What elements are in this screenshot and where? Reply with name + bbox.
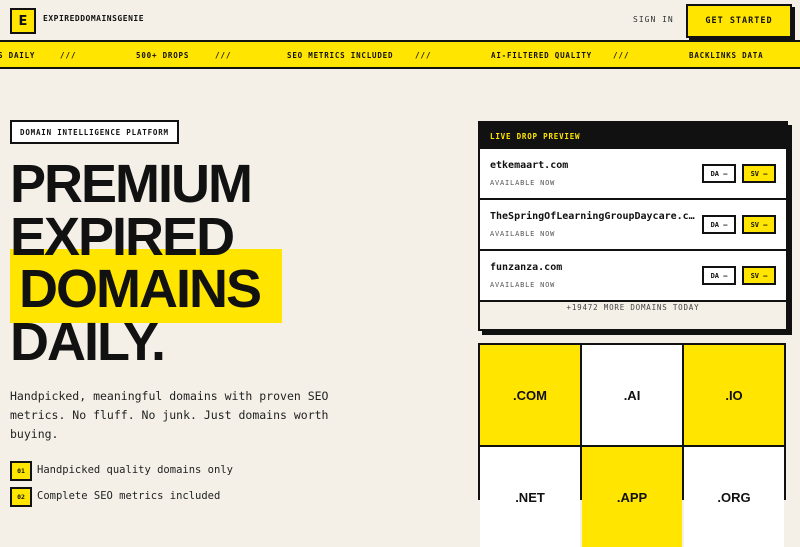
tld-label: .IO <box>725 387 743 403</box>
tld-tile-org[interactable]: .ORG <box>684 447 784 547</box>
tld-tile-io[interactable]: .IO <box>684 345 784 445</box>
feature-text: Handpicked quality domains only <box>37 464 233 476</box>
da-metric-badge: DA – <box>702 215 736 234</box>
tld-label: .NET <box>515 489 545 505</box>
tld-tile-com[interactable]: .COM <box>480 345 580 445</box>
hero-description: Handpicked, meaningful domains with prov… <box>10 389 329 441</box>
tld-grid: .COM .AI .IO .NET .APP .ORG <box>478 343 786 547</box>
feature-text: Complete SEO metrics included <box>37 490 221 502</box>
domain-name: funzanza.com <box>490 262 563 273</box>
preview-title: LIVE DROP PREVIEW <box>490 132 581 141</box>
feature-number: 02 <box>10 487 32 507</box>
domain-row[interactable]: etkemaart.com AVAILABLE NOW DA – SV – <box>480 149 786 200</box>
ticker-bar: S DAILY /// 500+ DROPS /// SEO METRICS I… <box>0 40 800 69</box>
ticker-item: SEO METRICS INCLUDED <box>287 51 394 60</box>
platform-badge: DOMAIN INTELLIGENCE PLATFORM <box>10 120 179 144</box>
sv-metric-badge: SV – <box>742 215 776 234</box>
headline-line-4: DAILY. <box>10 312 166 372</box>
more-domains-link[interactable]: +19472 MORE DOMAINS TODAY <box>480 303 786 312</box>
domain-status: AVAILABLE NOW <box>490 230 556 238</box>
domain-status: AVAILABLE NOW <box>490 179 556 187</box>
tld-tile-ai[interactable]: .AI <box>582 345 682 445</box>
tld-tile-app[interactable]: .APP <box>582 447 682 547</box>
tld-label: .COM <box>513 387 547 403</box>
get-started-button[interactable]: GET STARTED <box>686 4 792 38</box>
preview-header: LIVE DROP PREVIEW <box>480 123 786 149</box>
sv-metric-badge: SV – <box>742 164 776 183</box>
feature-number: 01 <box>10 461 32 481</box>
ticker-separator: /// <box>613 51 630 60</box>
sv-metric-badge: SV – <box>742 266 776 285</box>
logo-icon[interactable]: E <box>10 8 36 34</box>
tld-label: .APP <box>616 489 648 505</box>
ticker-item: S DAILY <box>0 51 36 60</box>
domain-name: TheSpringOfLearningGroupDaycare.c… <box>490 211 695 222</box>
live-drop-preview: LIVE DROP PREVIEW etkemaart.com AVAILABL… <box>478 121 788 331</box>
domain-row[interactable]: funzanza.com AVAILABLE NOW DA – SV – <box>480 251 786 302</box>
ticker-item: BACKLINKS DATA <box>689 51 764 60</box>
brand-name[interactable]: EXPIREDDOMAINSGENIE <box>43 14 144 23</box>
headline-line-2: EXPIRED <box>10 207 235 267</box>
tld-label: .ORG <box>717 489 751 505</box>
headline-line-3: DOMAINS <box>19 259 262 319</box>
da-metric-badge: DA – <box>702 164 736 183</box>
tld-tile-net[interactable]: .NET <box>480 447 580 547</box>
ticker-item: AI-FILTERED QUALITY <box>491 51 592 60</box>
tld-label: .AI <box>623 387 641 403</box>
domain-status: AVAILABLE NOW <box>490 281 556 289</box>
ticker-separator: /// <box>215 51 232 60</box>
ticker-separator: /// <box>60 51 77 60</box>
domain-row[interactable]: TheSpringOfLearningGroupDaycare.c… AVAIL… <box>480 200 786 251</box>
domain-name: etkemaart.com <box>490 160 569 171</box>
headline-line-1: PREMIUM <box>10 154 253 214</box>
ticker-separator: /// <box>415 51 432 60</box>
logo-letter: E <box>18 13 28 29</box>
sign-in-link[interactable]: SIGN IN <box>633 15 674 24</box>
da-metric-badge: DA – <box>702 266 736 285</box>
ticker-item: 500+ DROPS <box>136 51 190 60</box>
